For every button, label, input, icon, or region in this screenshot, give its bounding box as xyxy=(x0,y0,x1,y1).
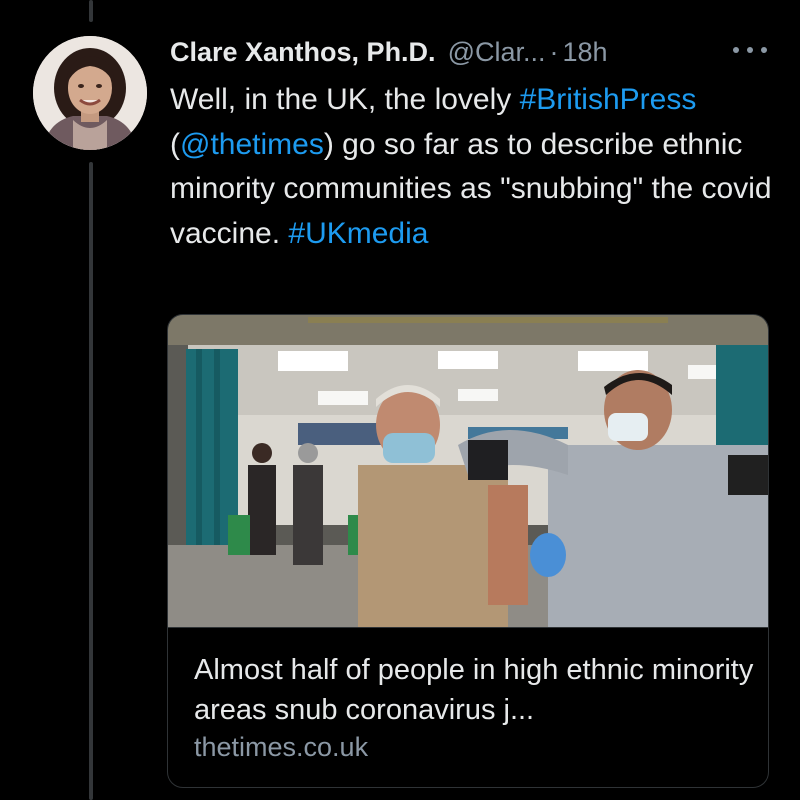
dot xyxy=(733,47,739,53)
mention-link[interactable]: @thetimes xyxy=(180,128,324,161)
timestamp[interactable]: 18h xyxy=(563,37,608,68)
card-image xyxy=(168,315,768,627)
dot xyxy=(761,47,767,53)
avatar[interactable] xyxy=(33,36,147,150)
profile-photo xyxy=(33,36,147,150)
handle[interactable]: @Clar... xyxy=(448,37,546,68)
card-domain: thetimes.co.uk xyxy=(194,732,369,762)
text-part: ( xyxy=(170,127,180,161)
display-name[interactable]: Clare Xanthos, Ph.D. xyxy=(170,37,436,68)
separator: · xyxy=(549,36,559,67)
tweet-header: Clare Xanthos, Ph.D. @Clar... · 18h xyxy=(170,32,608,72)
card-footer: Almost half of people in high ethnic min… xyxy=(168,627,768,787)
thread-line-top xyxy=(89,0,93,22)
ellipsis-icon[interactable] xyxy=(733,38,767,62)
dot xyxy=(747,47,753,53)
tweet-text: Well, in the UK, the lovely #BritishPres… xyxy=(170,78,780,256)
text-part: Well, in the UK, the lovely xyxy=(170,83,520,116)
hashtag-link[interactable]: #BritishPress xyxy=(520,83,697,116)
vaccination-photo xyxy=(168,315,768,627)
tweet-view: Clare Xanthos, Ph.D. @Clar... · 18h Well… xyxy=(0,0,800,800)
card-title: Almost half of people in high ethnic min… xyxy=(194,654,754,726)
thread-line-bottom xyxy=(89,162,93,800)
hashtag-link[interactable]: #UKmedia xyxy=(288,217,428,250)
link-card[interactable]: Almost half of people in high ethnic min… xyxy=(167,314,769,788)
